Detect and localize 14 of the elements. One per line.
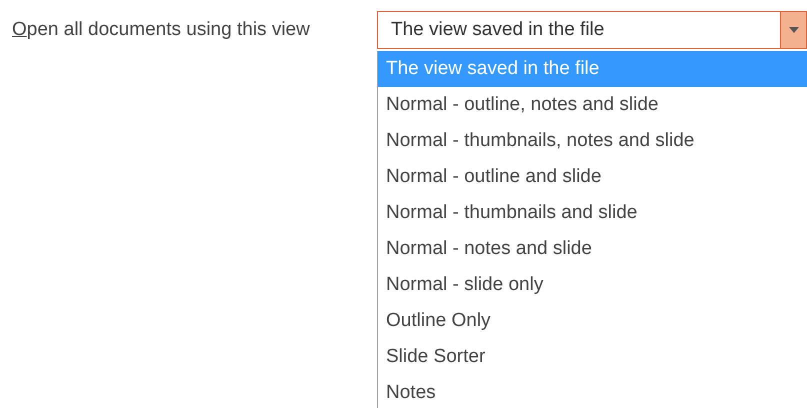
dropdown-value: The view saved in the file [390,18,606,42]
dropdown-option[interactable]: Normal - notes and slide [378,231,807,267]
dropdown-option[interactable]: Normal - outline and slide [378,159,807,195]
view-dropdown[interactable]: The view saved in the file [377,11,807,49]
caret-icon [788,27,798,33]
dropdown-option[interactable]: Normal - outline, notes and slide [378,87,807,123]
dropdown-option[interactable]: Slide Sorter [378,339,807,375]
dropdown-option[interactable]: Notes [378,375,807,408]
dropdown-option[interactable]: Normal - thumbnails, notes and slide [378,123,807,159]
dropdown-option[interactable]: Normal - thumbnails and slide [378,195,807,231]
field-label: Open all documents using this view [12,18,310,42]
dropdown-button[interactable] [780,12,806,48]
dropdown-option[interactable]: Outline Only [378,303,807,339]
dropdown-option[interactable]: Normal - slide only [378,267,807,303]
